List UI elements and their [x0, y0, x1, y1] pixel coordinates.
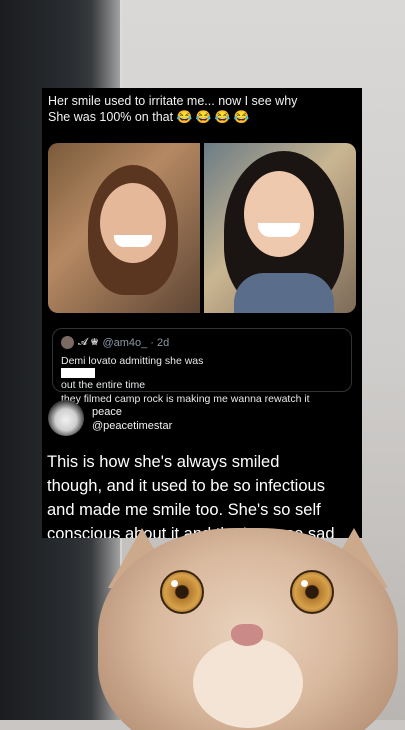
quote-body: Demi lovato admitting she was out the en… — [61, 354, 346, 406]
media-photo-left[interactable] — [48, 143, 200, 313]
redaction-box — [61, 368, 95, 378]
media-photo-right[interactable] — [204, 143, 356, 313]
quote-body-text: Demi lovato admitting she was — [61, 355, 204, 367]
tweet-media[interactable] — [48, 143, 356, 313]
cat-head — [98, 528, 398, 730]
quote-header: 𝓐 ♛ @am4o_ · 2d — [61, 336, 169, 349]
cat-eye-left — [160, 570, 204, 614]
tweet-text-line: She was 100% on that 😂 😂 😂 😂 — [48, 110, 250, 124]
photo-face — [100, 183, 166, 263]
reply-avatar[interactable] — [48, 400, 84, 436]
eye-shine — [171, 580, 178, 587]
quote-body-line: they filmed camp rock is making me wanna… — [61, 393, 310, 405]
photo-face — [244, 171, 314, 257]
tweet-card: Her smile used to irritate me... now I s… — [42, 88, 362, 538]
reply-body-line: and made me smile too. She's so self — [47, 501, 321, 519]
quoted-tweet[interactable]: 𝓐 ♛ @am4o_ · 2d Demi lovato admitting sh… — [52, 328, 352, 405]
tweet-text: Her smile used to irritate me... now I s… — [48, 93, 356, 125]
photo-smile — [258, 223, 300, 237]
quote-author-name[interactable]: 𝓐 ♛ — [78, 337, 98, 348]
reply-author-handle[interactable]: @peacetimestar — [92, 420, 172, 432]
photo-shirt — [234, 273, 334, 313]
cat-muzzle — [193, 638, 303, 728]
photo-smile — [114, 235, 152, 247]
cat-eye-right — [290, 570, 334, 614]
tweet-text-line: Her smile used to irritate me... now I s… — [48, 94, 298, 108]
quote-body-line: Demi lovato admitting she was out the en… — [61, 354, 346, 392]
cat-reaction-image — [88, 520, 405, 730]
eye-shine — [301, 580, 308, 587]
reply-body-line: This is how she's always smiled — [47, 453, 280, 471]
reply-body-line: though, and it used to be so infectious — [47, 477, 325, 495]
quote-avatar[interactable] — [61, 336, 74, 349]
reply-author-name[interactable]: peace — [92, 406, 122, 418]
cat-nose — [231, 624, 263, 646]
quote-body-text: out the entire time — [61, 379, 146, 391]
quote-handle-time: @am4o_ · 2d — [102, 336, 170, 349]
